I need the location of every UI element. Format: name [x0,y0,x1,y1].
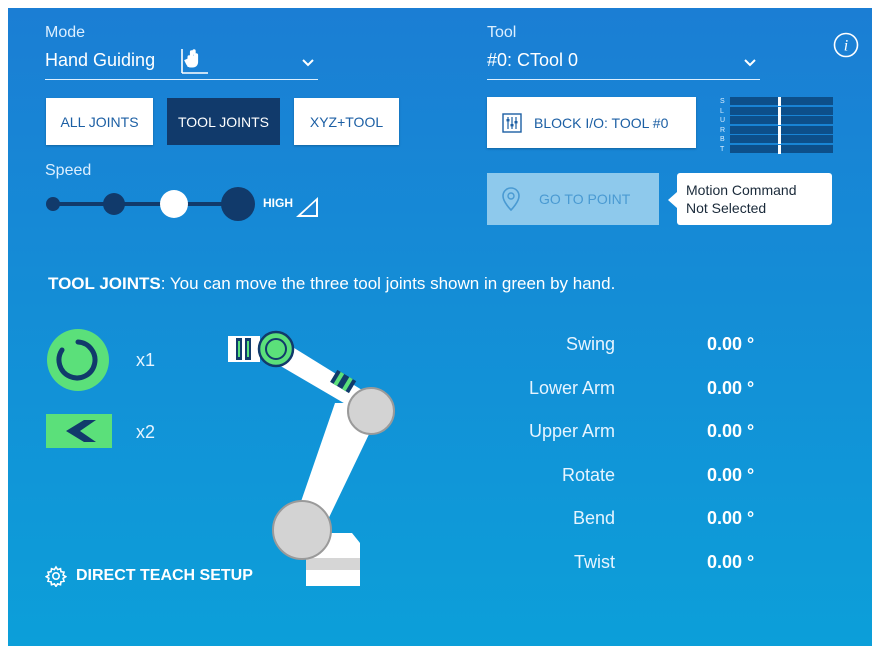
axis-meter-center-tick [778,125,781,135]
block-io-label: BLOCK I/O: TOOL #0 [534,114,669,131]
axis-meter: SLURBT [720,97,833,155]
joint-value: 0.00 ° [707,508,755,529]
tooltip-line-1: Motion Command [686,182,797,198]
axis-meter-row: S [720,97,833,106]
joint-name: Lower Arm [528,377,615,398]
tool-joints-button[interactable]: TOOL JOINTS [167,98,280,145]
joint-value: 0.00 ° [707,464,755,485]
axis-meter-bar [730,125,833,134]
direct-teach-setup-button[interactable]: DIRECT TEACH SETUP [45,565,253,587]
speed-step-3-selected[interactable] [160,190,188,218]
axis-meter-center-tick [778,135,781,145]
robot-base-joint [272,500,332,560]
go-to-point-button[interactable]: GO TO POINT [487,173,659,225]
speed-slider[interactable]: HIGH [43,186,323,222]
joint-name: Twist [573,552,615,572]
bend-count: x2 [136,422,156,442]
speed-step-2[interactable] [103,193,125,215]
robot-rotate-joint-green [257,330,295,368]
joint-name: Swing [565,334,615,354]
speed-step-4[interactable] [221,187,255,221]
axis-meter-row: T [720,145,833,154]
direct-teach-setup-label: DIRECT TEACH SETUP [76,567,253,584]
tool-joints-description: TOOL JOINTS: You can move the three tool… [48,274,615,294]
speed-step-1[interactable] [46,197,60,211]
axis-meter-row: U [720,116,833,126]
description-bold: TOOL JOINTS [48,274,161,293]
joint-name: Bend [572,508,615,529]
axis-meter-row: R [720,125,833,135]
axis-meter-center-tick [778,97,781,106]
direct-teach-panel: Mode Hand Guiding Tool #0: CTool 0 i ALL… [8,8,872,646]
robot-arm-illustration [228,330,395,586]
mode-underline [45,79,318,80]
joint-name: Upper Arm [528,421,615,442]
mode-dropdown[interactable]: Hand Guiding [45,48,318,80]
joint-value: 0.00 ° [707,377,755,398]
axis-meter-row: L [720,106,833,116]
mode-value: Hand Guiding [45,50,156,70]
axis-meter-letter: L [720,107,724,115]
all-joints-button[interactable]: ALL JOINTS [46,98,153,145]
axis-meter-center-tick [778,106,781,116]
joint-value: 0.00 ° [707,334,755,354]
tool-value: #0: CTool 0 [487,50,579,70]
axis-meter-letter: R [720,126,726,134]
axis-meter-bar [730,145,833,153]
rotate-joint-icon [47,329,109,391]
axis-meter-letter: T [720,146,725,153]
chevron-down-icon [302,59,314,67]
joint-values-table: Swing 0.00 ° Lower Arm 0.00 ° Upper Arm 0.00 … [448,334,848,584]
joint-value: 0.00 ° [707,552,755,572]
axis-meter-bar [730,135,833,144]
gear-icon [45,565,67,587]
sliders-icon [502,112,522,133]
svg-text:i: i [844,38,848,55]
rotate-count: x1 [136,350,156,370]
axis-meter-bar [730,106,833,115]
axis-meter-bar [730,116,833,125]
axis-meter-center-tick [778,145,781,154]
chevron-down-icon [744,59,756,67]
tool-label: Tool [487,24,517,41]
axis-meter-letter: S [720,98,725,105]
joint-name: Rotate [561,464,615,485]
hand-guiding-icon [181,49,208,74]
go-to-point-label: GO TO POINT [539,191,631,207]
location-pin-icon [502,187,520,212]
tooltip-line-2: Not Selected [686,200,767,216]
speed-level-label: HIGH [263,196,293,210]
bend-joint-icon [46,414,112,448]
mode-label: Mode [45,24,86,41]
axis-meter-letter: U [720,117,726,125]
tool-underline [487,79,760,80]
speed-ramp-icon [296,197,318,217]
xyz-tool-button[interactable]: XYZ+TOOL [294,98,399,145]
motion-command-tooltip: Motion Command Not Selected [668,173,832,225]
joint-value: 0.00 ° [707,421,755,442]
speed-track [53,202,245,206]
robot-elbow-joint [347,387,395,435]
description-text: : You can move the three tool joints sho… [160,274,616,293]
axis-meter-bar [730,97,833,105]
info-icon[interactable]: i [833,32,859,58]
axis-meter-row: B [720,135,833,145]
robot-wrist-bend-joint-green [228,336,260,362]
tool-dropdown[interactable]: #0: CTool 0 [487,48,760,80]
tooltip-text: Motion Command Not Selected [686,181,797,217]
axis-meter-letter: B [720,136,725,144]
speed-label: Speed [45,162,92,179]
block-io-button[interactable]: BLOCK I/O: TOOL #0 [487,97,696,148]
axis-meter-center-tick [778,116,781,126]
tooltip-arrow [668,192,677,208]
